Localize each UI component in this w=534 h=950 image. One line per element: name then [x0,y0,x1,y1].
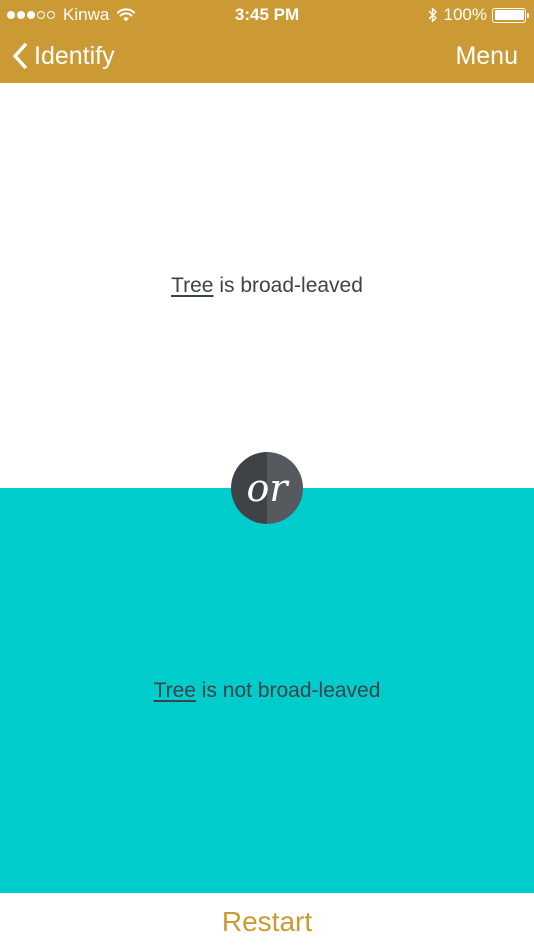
bluetooth-icon [428,7,437,23]
battery-fill [494,10,524,20]
option-description: is not broad-leaved [195,678,381,702]
menu-button[interactable]: Menu [455,38,518,74]
signal-dot [47,11,55,19]
signal-dot [27,11,35,19]
option-text: Tree is not broad-leaved [154,679,381,703]
chevron-left-icon [13,43,27,69]
status-right: 100% [428,5,529,25]
footer-bar: Restart [0,893,534,950]
signal-strength-icon [7,11,57,19]
option-broad-leaved[interactable]: Tree is broad-leaved [0,83,534,488]
option-description: is broad-leaved [213,273,363,297]
status-bar: Kinwa 3:45 PM 100% [0,0,534,30]
or-divider-badge: or [231,452,303,524]
term-link-tree[interactable]: Tree [154,679,196,702]
battery-icon [492,7,529,23]
carrier-name: Kinwa [63,5,110,24]
term-link-tree[interactable]: Tree [171,274,213,297]
battery-nub [526,12,529,18]
battery-percentage: 100% [443,5,487,24]
status-left: Kinwa [7,5,136,25]
signal-dot [37,11,45,19]
option-text: Tree is broad-leaved [171,274,363,298]
or-label: or [246,466,288,510]
wifi-icon [117,8,136,22]
back-button-label: Identify [34,41,115,70]
back-button[interactable]: Identify [12,38,115,74]
restart-button[interactable]: Restart [222,906,312,938]
navigation-bar: Identify Menu [0,30,534,83]
signal-dot [17,11,25,19]
option-not-broad-leaved[interactable]: Tree is not broad-leaved [0,488,534,893]
signal-dot [7,11,15,19]
